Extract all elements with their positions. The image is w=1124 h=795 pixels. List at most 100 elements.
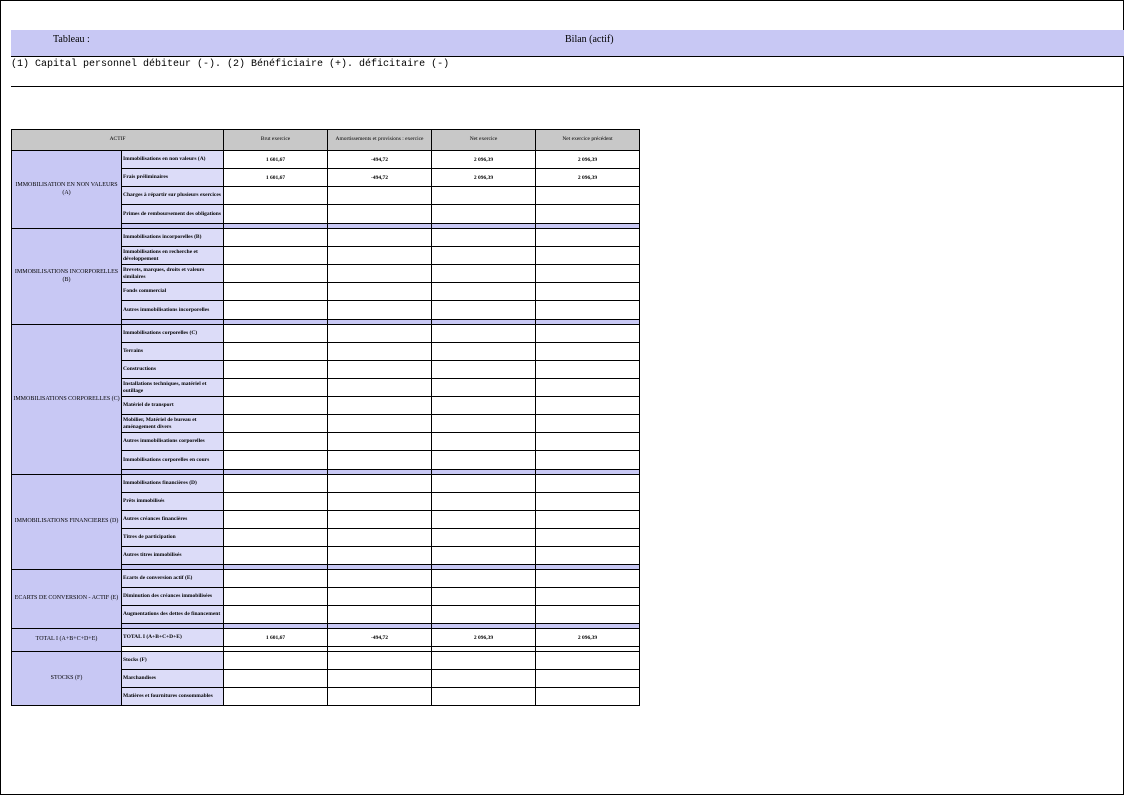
- page-title: Bilan (actif): [565, 34, 614, 45]
- value-cell: [223, 324, 329, 343]
- row-label: Stocks (F): [120, 651, 225, 670]
- value-cell: [431, 687, 537, 706]
- table-body: IMMOBILISATION EN NON VALEURS (A) Immobil…: [11, 150, 641, 706]
- value-cell: [223, 528, 329, 547]
- value-cell: [327, 282, 433, 301]
- value-cell: [327, 264, 433, 283]
- table-row: ECARTS DE CONVERSION - ACTIF (E) Ecarts d…: [11, 569, 641, 629]
- bilan-actif-table: ACTIF Brut exercice Amortissements et pr…: [10, 129, 641, 706]
- row-label: Charges à répartir sur plusieurs exercic…: [120, 186, 225, 205]
- col-header-net: Net exercice: [431, 129, 537, 151]
- value-cell: [223, 282, 329, 301]
- table-row: IMMOBILISATIONS CORPORELLES (C) Immobilis…: [11, 324, 641, 475]
- value-cell: -494,72: [327, 628, 433, 647]
- row-label: Mobilier, Matériel de bureau et aménagem…: [120, 414, 225, 433]
- row-label: Immobilisations corporelles (C): [120, 324, 225, 343]
- value-cell: [223, 186, 329, 205]
- value-cell: [431, 396, 537, 415]
- table-row: IMMOBILISATIONS INCORPORELLES (B) Immobil…: [11, 228, 641, 325]
- table-row: IMMOBILISATION EN NON VALEURS (A) Immobil…: [11, 150, 641, 229]
- row-label: Ecarts de conversion actif (E): [120, 569, 225, 588]
- row-label: Autres immobilisations incorporelles: [120, 300, 225, 320]
- value-cell: 1 601,67: [223, 628, 329, 647]
- row-label: TOTAL I (A+B+C+D+E): [120, 628, 225, 647]
- value-cell: [327, 360, 433, 379]
- value-cell: [223, 246, 329, 265]
- col-header-net-precedent: Net exercice précédent: [535, 129, 641, 151]
- value-cell: [535, 492, 641, 511]
- row-label: Installations techniques, matériel et ou…: [120, 378, 225, 397]
- value-cell: [223, 378, 329, 397]
- section-label: IMMOBILISATIONS INCORPORELLES (B): [11, 228, 122, 325]
- value-cell: [535, 546, 641, 565]
- row-label: Immobilisations en recherche et développ…: [120, 246, 225, 265]
- value-cell: [223, 360, 329, 379]
- row-label: Immobilisations financières (D): [120, 474, 225, 493]
- value-cell: [535, 450, 641, 470]
- value-cell: [223, 605, 329, 624]
- value-cell: [431, 300, 537, 320]
- value-cell: [223, 492, 329, 511]
- value-cell: [535, 264, 641, 283]
- row-label: Augmentations des dettes de financement: [120, 605, 225, 624]
- row-label: Matières et fournitures consommables: [120, 687, 225, 706]
- section-label: IMMOBILISATION EN NON VALEURS (A): [11, 150, 122, 229]
- tableau-label: Tableau :: [53, 34, 90, 45]
- value-cell: [327, 300, 433, 320]
- value-cell: [223, 651, 329, 670]
- value-cell: [535, 432, 641, 451]
- value-cell: [535, 510, 641, 529]
- value-cell: [223, 396, 329, 415]
- section-label: IMMOBILISATIONS CORPORELLES (C): [11, 324, 122, 475]
- value-cell: [431, 492, 537, 511]
- value-cell: [431, 186, 537, 205]
- value-cell: [431, 474, 537, 493]
- row-label: Terrains: [120, 342, 225, 361]
- value-cell: [327, 569, 433, 588]
- value-cell: [327, 324, 433, 343]
- value-cell: [431, 432, 537, 451]
- value-cell: [535, 300, 641, 320]
- row-label: Autres titres immobilisés: [120, 546, 225, 565]
- value-cell: 1 601,67: [223, 168, 329, 187]
- row-label: Brevets, marques, droits et valeurs simi…: [120, 264, 225, 283]
- value-cell: 2 096,39: [431, 168, 537, 187]
- value-cell: [223, 546, 329, 565]
- value-cell: [223, 510, 329, 529]
- value-cell: [535, 587, 641, 606]
- value-cell: 2 096,39: [535, 168, 641, 187]
- value-cell: [327, 651, 433, 670]
- value-cell: [431, 360, 537, 379]
- note-text: (1) Capital personnel débiteur (-). (2) …: [11, 59, 450, 70]
- value-cell: [535, 528, 641, 547]
- value-cell: [327, 228, 433, 247]
- value-cell: [223, 414, 329, 433]
- value-cell: [431, 282, 537, 301]
- value-cell: [431, 605, 537, 624]
- value-cell: [223, 669, 329, 688]
- value-cell: [535, 378, 641, 397]
- value-cell: [327, 587, 433, 606]
- note-box: (1) Capital personnel débiteur (-). (2) …: [11, 56, 1124, 87]
- value-cell: [431, 546, 537, 565]
- row-label: Constructions: [120, 360, 225, 379]
- value-cell: [535, 687, 641, 706]
- value-cell: -494,72: [327, 150, 433, 169]
- value-cell: [431, 414, 537, 433]
- title-bar: Tableau : Bilan (actif): [11, 30, 1124, 56]
- row-label: Prêts immobilisés: [120, 492, 225, 511]
- value-cell: [223, 587, 329, 606]
- row-label: Titres de participation: [120, 528, 225, 547]
- value-cell: [327, 186, 433, 205]
- col-header-brut: Brut exercice: [223, 129, 329, 151]
- value-cell: [535, 204, 641, 224]
- value-cell: [535, 282, 641, 301]
- table-row: STOCKS (F) Stocks (F): [11, 651, 641, 706]
- value-cell: [535, 396, 641, 415]
- row-label: Autres immobilisations corporelles: [120, 432, 225, 451]
- row-label: Frais préliminaires: [120, 168, 225, 187]
- section-label: ECARTS DE CONVERSION - ACTIF (E): [11, 569, 122, 629]
- value-cell: [327, 396, 433, 415]
- value-cell: [327, 474, 433, 493]
- value-cell: [431, 264, 537, 283]
